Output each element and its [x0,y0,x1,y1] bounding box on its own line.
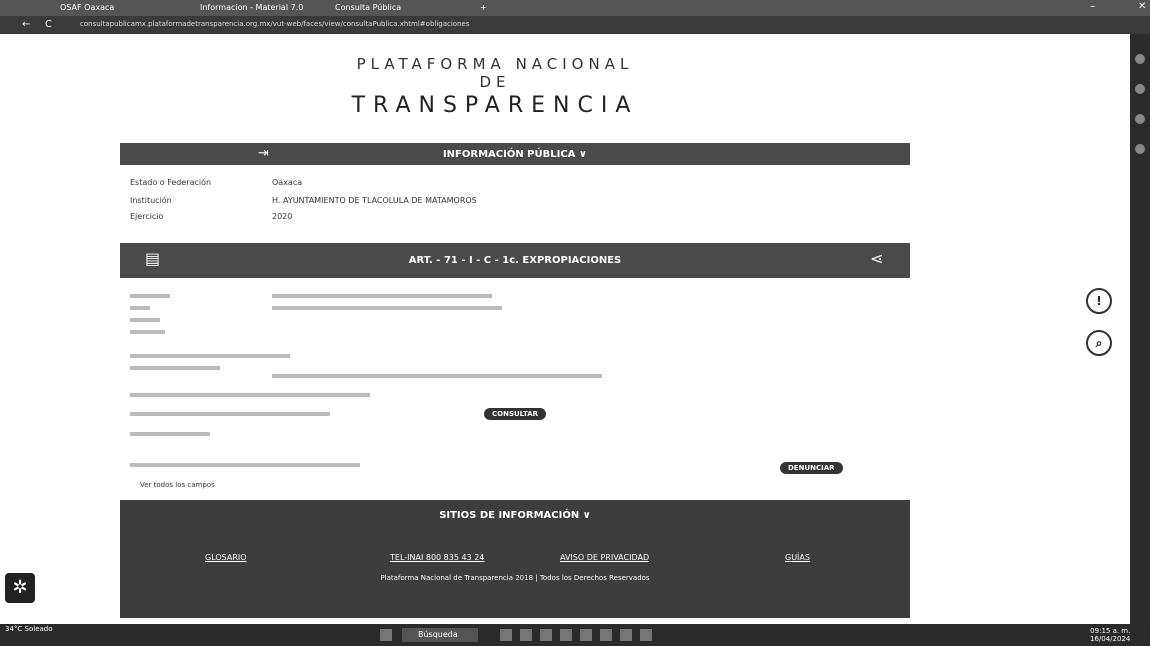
detail-line [130,354,290,358]
os-taskbar: Búsqueda 09:15 a. m. 16/04/2024 [0,624,1150,646]
detail-line [130,330,165,334]
filter-year-label: Ejercicio [130,212,164,221]
help-icon[interactable]: ! [1086,288,1112,314]
detail-line [130,463,360,467]
accessibility-icon[interactable]: ✲ [5,573,35,603]
back-icon[interactable]: ← [22,19,30,30]
sidebar-icon[interactable] [1135,144,1145,154]
filter-institution-label: Institución [130,196,172,205]
url-field[interactable]: consultapublicamx.plataformadetransparen… [80,20,910,30]
filter-institution-value[interactable]: H. AYUNTAMIENTO DE TLACOLULA DE MATAMORO… [272,196,477,205]
detail-line [272,374,602,378]
taskbar-app-icon[interactable] [580,629,592,641]
taskbar-app-icon[interactable] [520,629,532,641]
browser-tab-bar: OSAF Oaxaca Informacion - Material 7.0 C… [0,0,1150,16]
site-footer: SITIOS DE INFORMACIÓN ∨ GLOSARIO TEL-INA… [120,500,910,618]
detail-line [272,306,502,310]
taskbar-app-icon[interactable] [560,629,572,641]
taskbar-app-icon[interactable] [600,629,612,641]
glossary-link[interactable]: GLOSARIO [205,553,247,562]
browser-tab[interactable]: Consulta Pública [335,2,401,14]
weather-widget[interactable]: 34°C Soleado [5,625,53,633]
footer-copyright: Plataforma Nacional de Transparencia 201… [380,574,650,582]
detail-line [130,294,170,298]
brand-line-1: PLATAFORMA NACIONAL DE [356,55,634,91]
info-publica-title[interactable]: INFORMACIÓN PÚBLICA ∨ [120,149,910,160]
browser-sidebar [1130,34,1150,624]
filter-year-value[interactable]: 2020 [272,212,292,221]
share-icon[interactable]: ⋖ [870,249,883,268]
sidebar-icon[interactable] [1135,114,1145,124]
detail-line [272,294,492,298]
address-bar-row: ← C consultapublicamx.plataformadetransp… [0,16,1150,34]
privacy-link[interactable]: AVISO DE PRIVACIDAD [560,553,649,562]
info-publica-bar[interactable]: ⇥ INFORMACIÓN PÚBLICA ∨ [120,143,910,165]
taskbar-app-icon[interactable] [620,629,632,641]
article-title: ART. - 71 - I - C - 1c. EXPROPIACIONES [408,255,622,266]
search-icon[interactable]: ⌕ [1086,330,1112,356]
start-icon[interactable] [380,629,392,641]
detail-line [130,412,330,416]
taskbar-search[interactable]: Búsqueda [402,628,478,642]
article-bar: ▤ ART. - 71 - I - C - 1c. EXPROPIACIONES… [120,243,910,278]
new-tab-button[interactable]: + [480,2,487,14]
footer-title[interactable]: SITIOS DE INFORMACIÓN ∨ [120,510,910,521]
close-icon[interactable]: ✕ [1138,1,1146,12]
detail-line [130,432,210,436]
taskbar-app-icon[interactable] [640,629,652,641]
minimize-icon[interactable]: – [1090,1,1095,12]
detail-line [130,318,160,322]
clock-time: 09:15 a. m. [1090,627,1131,635]
taskbar-app-icon[interactable] [540,629,552,641]
sidebar-icon[interactable] [1135,54,1145,64]
detail-line [130,306,150,310]
denunciar-button[interactable]: DENUNCIAR [780,462,843,474]
phone-link[interactable]: TEL-INAI 800 835 43 24 [390,553,484,562]
browser-tab[interactable]: OSAF Oaxaca [60,2,114,14]
filter-state-label: Estado o Federación [130,178,212,187]
filter-state-value[interactable]: Oaxaca [272,178,302,187]
taskbar-app-icon[interactable] [500,629,512,641]
guides-link[interactable]: GUÍAS [785,553,810,562]
view-all-fields-link[interactable]: Ver todos los campos [140,481,215,489]
site-logo: PLATAFORMA NACIONAL DE TRANSPARENCIA [345,55,645,118]
taskbar-clock[interactable]: 09:15 a. m. 16/04/2024 [1090,627,1130,643]
detail-line [130,393,370,397]
browser-tab[interactable]: Informacion - Material 7.0 [200,2,303,14]
refresh-icon[interactable]: C [45,19,52,30]
clock-date: 16/04/2024 [1090,635,1131,643]
brand-line-2: TRANSPARENCIA [351,93,639,118]
detail-line [130,366,220,370]
consultar-button[interactable]: CONSULTAR [484,408,547,420]
sidebar-icon[interactable] [1135,84,1145,94]
